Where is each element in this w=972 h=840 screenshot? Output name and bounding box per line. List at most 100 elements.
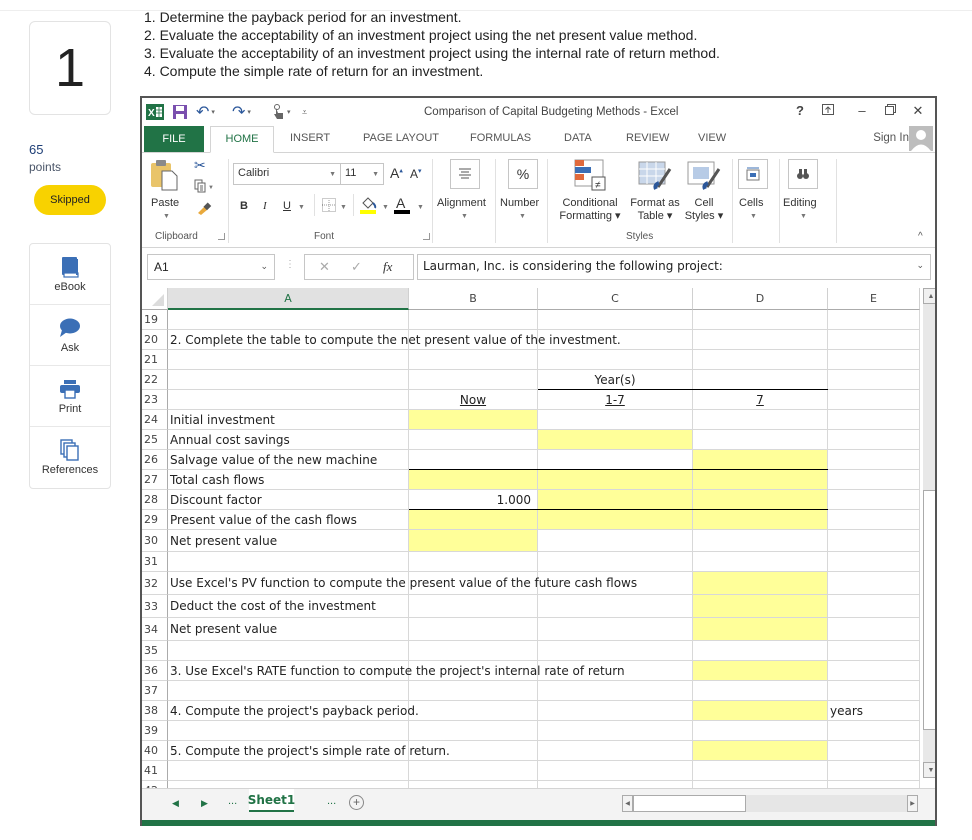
cell-e38[interactable]: years (828, 701, 920, 721)
cell-d34[interactable] (693, 618, 828, 641)
cell-d29[interactable] (693, 510, 828, 530)
cell-b39[interactable] (409, 721, 538, 741)
cell-a42[interactable] (168, 781, 409, 788)
row-header-38[interactable]: 38 (142, 701, 168, 721)
editing-button[interactable]: Editing (783, 197, 817, 210)
sign-in-link[interactable]: Sign In (873, 132, 909, 144)
cell-a30[interactable]: Net present value (168, 530, 409, 552)
confirm-entry-icon[interactable]: ✓ (351, 259, 362, 275)
cell-c30[interactable] (538, 530, 693, 552)
column-header-c[interactable]: C (538, 288, 693, 310)
row-header-40[interactable]: 40 (142, 741, 168, 761)
cell-e25[interactable] (828, 430, 920, 450)
ribbon-display-icon[interactable] (820, 103, 836, 118)
editing-icon[interactable] (788, 159, 818, 189)
row-header-22[interactable]: 22 (142, 370, 168, 390)
cell-b34[interactable] (409, 618, 538, 641)
tab-file[interactable]: FILE (144, 126, 204, 152)
cell-d33[interactable] (693, 595, 828, 618)
cell-e33[interactable] (828, 595, 920, 618)
tab-formulas[interactable]: FORMULAS (470, 132, 531, 144)
cell-d37[interactable] (693, 681, 828, 701)
cell-c42[interactable] (538, 781, 693, 788)
horizontal-scroll-thumb[interactable] (633, 795, 746, 812)
cell-b19[interactable] (409, 310, 538, 330)
cell-b30[interactable] (409, 530, 538, 552)
row-header-30[interactable]: 30 (142, 530, 168, 552)
paste-icon[interactable] (150, 159, 178, 196)
cell-c19[interactable] (538, 310, 693, 330)
borders-dropdown-icon[interactable]: ▼ (340, 204, 347, 211)
cell-c29[interactable] (538, 510, 693, 530)
cell-b23[interactable]: Now (409, 390, 538, 410)
cell-a36[interactable]: 3. Use Excel's RATE function to compute … (168, 661, 625, 681)
cell-a40[interactable]: 5. Compute the project's simple rate of … (168, 741, 450, 761)
cell-d24[interactable] (693, 410, 828, 430)
cell-d32[interactable] (693, 572, 828, 595)
chevron-down-icon[interactable]: ⌄ (260, 261, 268, 272)
cell-e42[interactable] (828, 781, 920, 788)
cell-e37[interactable] (828, 681, 920, 701)
cell-c25[interactable] (538, 430, 693, 450)
cell-b22[interactable] (409, 370, 538, 390)
cell-c35[interactable] (538, 641, 693, 661)
row-header-34[interactable]: 34 (142, 618, 168, 641)
cell-a26[interactable]: Salvage value of the new machine (168, 450, 409, 470)
scroll-left-button[interactable]: ◀ (622, 795, 633, 812)
tool-ebook[interactable]: eBook (30, 244, 110, 305)
more-sheets-left[interactable]: ... (228, 795, 237, 807)
copy-icon[interactable]: ▼ (194, 179, 214, 198)
cell-e41[interactable] (828, 761, 920, 781)
underline-dropdown-icon[interactable]: ▼ (298, 204, 305, 211)
cell-e29[interactable] (828, 510, 920, 530)
number-format-icon[interactable]: % (508, 159, 538, 189)
alignment-button[interactable]: Alignment (437, 197, 486, 210)
row-header-28[interactable]: 28 (142, 490, 168, 510)
paste-button[interactable]: Paste (151, 197, 179, 210)
tool-references[interactable]: References (30, 427, 110, 488)
touch-mode-icon[interactable]: ▾ (272, 103, 291, 121)
cell-e21[interactable] (828, 350, 920, 370)
format-as-table-icon[interactable] (638, 161, 672, 196)
fill-color-dropdown-icon[interactable]: ▼ (382, 204, 389, 211)
tab-review[interactable]: REVIEW (626, 132, 669, 144)
cell-b37[interactable] (409, 681, 538, 701)
prev-sheet-icon[interactable]: ◀ (172, 798, 179, 809)
conditional-formatting-icon[interactable]: ≠ (574, 159, 606, 196)
number-button[interactable]: Number (500, 197, 539, 210)
row-header-31[interactable]: 31 (142, 552, 168, 572)
cell-d35[interactable] (693, 641, 828, 661)
cell-a32[interactable]: Use Excel's PV function to compute the p… (168, 572, 637, 595)
row-header-20[interactable]: 20 (142, 330, 168, 350)
cell-d39[interactable] (693, 721, 828, 741)
row-header-23[interactable]: 23 (142, 390, 168, 410)
cell-a24[interactable]: Initial investment (168, 410, 409, 430)
row-header-32[interactable]: 32 (142, 572, 168, 595)
cell-d27[interactable] (693, 470, 828, 490)
cut-icon[interactable]: ✂ (194, 157, 206, 174)
cell-d40[interactable] (693, 741, 828, 761)
formula-input[interactable]: Laurman, Inc. is considering the followi… (417, 254, 931, 280)
row-header-33[interactable]: 33 (142, 595, 168, 618)
row-header-21[interactable]: 21 (142, 350, 168, 370)
cell-b29[interactable] (409, 510, 538, 530)
row-header-24[interactable]: 24 (142, 410, 168, 430)
cell-d23[interactable]: 7 (693, 390, 828, 410)
cell-a28[interactable]: Discount factor (168, 490, 409, 510)
tab-insert[interactable]: INSERT (290, 132, 330, 144)
borders-icon[interactable] (322, 198, 336, 217)
cell-e30[interactable] (828, 530, 920, 552)
redo-icon[interactable]: ↷ ▾ (232, 103, 251, 121)
cell-e32[interactable] (828, 572, 920, 595)
column-header-b[interactable]: B (409, 288, 538, 310)
close-icon[interactable]: ✕ (910, 103, 926, 119)
scroll-down-button[interactable]: ▼ (923, 762, 935, 778)
cell-e23[interactable] (828, 390, 920, 410)
cell-c38[interactable] (538, 701, 693, 721)
formula-bar-handle-icon[interactable]: ⋮ (285, 259, 295, 270)
sheet-tab-sheet1[interactable]: Sheet1 (248, 789, 295, 812)
cell-e22[interactable] (828, 370, 920, 390)
cancel-entry-icon[interactable]: ✕ (319, 259, 330, 275)
font-color-icon[interactable]: A (394, 195, 410, 220)
select-all-button[interactable] (142, 288, 168, 310)
